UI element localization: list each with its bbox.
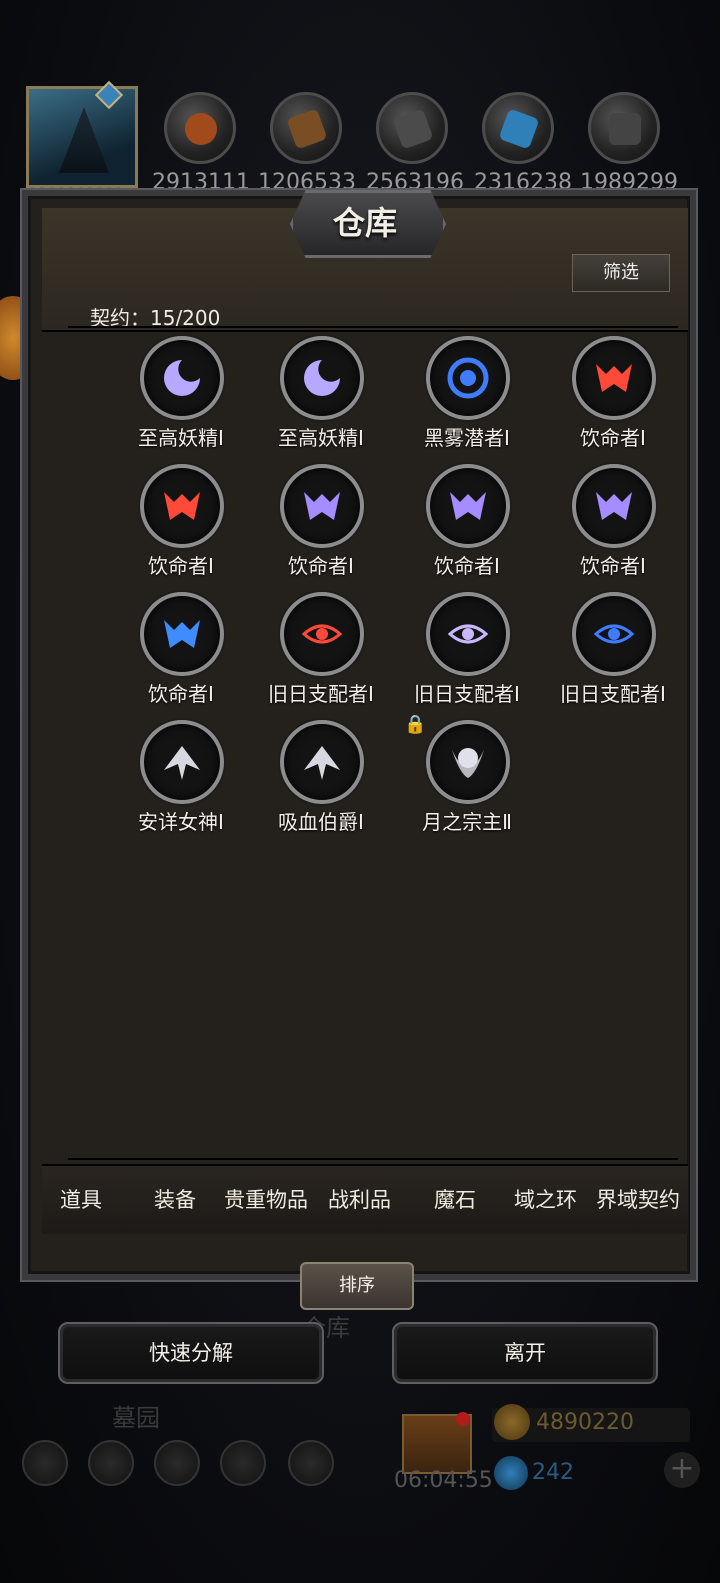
contract-item-label: 饮命者Ⅰ bbox=[288, 554, 354, 578]
contract-item[interactable]: 饮命者Ⅰ bbox=[248, 464, 394, 584]
contract-item-label: 至高妖精Ⅰ bbox=[138, 426, 224, 450]
iron-icon[interactable] bbox=[376, 92, 448, 164]
fanged-maw-icon bbox=[426, 464, 510, 548]
contract-item[interactable]: 饮命者Ⅰ bbox=[108, 464, 254, 584]
eye-sigil-icon bbox=[426, 592, 510, 676]
contract-item[interactable]: 饮命者Ⅰ bbox=[108, 592, 254, 712]
contract-item-label: 黑雾潜者Ⅰ bbox=[424, 426, 510, 450]
contract-sigil bbox=[452, 748, 484, 778]
fairy-sigil-icon bbox=[140, 336, 224, 420]
fanged-maw-icon bbox=[572, 336, 656, 420]
contract-item[interactable]: 旧日支配者Ⅰ bbox=[540, 592, 686, 712]
contract-item-label: 旧日支配者Ⅰ bbox=[414, 682, 520, 706]
crystal-icon[interactable] bbox=[482, 92, 554, 164]
lock-icon: 🔒 bbox=[404, 714, 427, 735]
contract-sigil bbox=[596, 364, 632, 392]
fanged-maw-icon bbox=[140, 464, 224, 548]
add-currency-button[interactable]: + bbox=[664, 1452, 700, 1488]
contract-sigil bbox=[447, 624, 489, 644]
contract-item-label: 旧日支配者Ⅰ bbox=[560, 682, 666, 706]
gem-icon bbox=[494, 1456, 528, 1490]
fairy-sigil-icon bbox=[280, 336, 364, 420]
contract-sigil bbox=[164, 492, 200, 520]
gold-value: 4890220 bbox=[536, 1410, 634, 1435]
wood-icon[interactable] bbox=[270, 92, 342, 164]
player-avatar[interactable] bbox=[26, 80, 138, 188]
contract-item-label: 饮命者Ⅰ bbox=[148, 554, 214, 578]
contract-item[interactable]: 黑雾潜者Ⅰ bbox=[394, 336, 540, 456]
contract-item-label: 旧日支配者Ⅰ bbox=[268, 682, 374, 706]
notification-dot bbox=[456, 1412, 470, 1426]
contract-item-label: 饮命者Ⅰ bbox=[580, 554, 646, 578]
contract-sigil bbox=[164, 620, 200, 648]
moon-lord-icon bbox=[426, 720, 510, 804]
contract-item[interactable]: 吸血伯爵Ⅰ bbox=[248, 720, 394, 840]
goddess-wings-icon bbox=[140, 720, 224, 804]
gem-value: 242 bbox=[532, 1460, 574, 1485]
quick-dismantle-button[interactable]: 快速分解 bbox=[58, 1322, 324, 1384]
contract-item-label: 饮命者Ⅰ bbox=[434, 554, 500, 578]
contract-item[interactable]: 饮命者Ⅰ bbox=[540, 464, 686, 584]
divider-bottom bbox=[68, 1158, 678, 1160]
contract-item[interactable]: 至高妖精Ⅰ bbox=[248, 336, 394, 456]
tab-equipment[interactable]: 装备 bbox=[154, 1184, 196, 1214]
contract-item[interactable]: 安详女神Ⅰ bbox=[108, 720, 254, 840]
filter-button[interactable]: 筛选 bbox=[572, 254, 670, 292]
ore-icon[interactable] bbox=[588, 92, 660, 164]
contract-item-label: 吸血伯爵Ⅰ bbox=[278, 810, 364, 834]
contract-sigil bbox=[164, 360, 200, 396]
contract-item[interactable]: 🔒 月之宗主Ⅱ bbox=[394, 714, 540, 840]
contract-sigil bbox=[596, 492, 632, 520]
tab-loot[interactable]: 战利品 bbox=[328, 1184, 391, 1214]
fanged-maw-icon bbox=[280, 464, 364, 548]
contract-sigil bbox=[304, 746, 340, 780]
tab-domain-contract[interactable]: 界域契约 bbox=[596, 1184, 680, 1214]
map-icon[interactable] bbox=[154, 1440, 200, 1486]
page-title: 仓库 bbox=[332, 204, 397, 242]
contract-item-label: 至高妖精Ⅰ bbox=[278, 426, 364, 450]
contract-sigil bbox=[447, 357, 489, 399]
tab-domain-ring[interactable]: 域之环 bbox=[514, 1184, 577, 1214]
contract-item-label: 月之宗主Ⅱ bbox=[422, 810, 512, 834]
meat-icon[interactable] bbox=[164, 92, 236, 164]
mist-swirl-icon bbox=[426, 336, 510, 420]
tab-magic-stone[interactable]: 魔石 bbox=[434, 1184, 476, 1214]
rank-icon[interactable] bbox=[88, 1440, 134, 1486]
leave-button[interactable]: 离开 bbox=[392, 1322, 658, 1384]
eye-sigil-icon bbox=[572, 592, 656, 676]
vampire-wings-icon bbox=[280, 720, 364, 804]
contract-sigil bbox=[301, 624, 343, 644]
contract-item-label: 饮命者Ⅰ bbox=[148, 682, 214, 706]
contract-item[interactable]: 旧日支配者Ⅰ bbox=[248, 592, 394, 712]
fanged-maw-icon bbox=[140, 592, 224, 676]
tab-valuables[interactable]: 贵重物品 bbox=[224, 1184, 308, 1214]
eye-sigil-icon bbox=[280, 592, 364, 676]
ghost-cemetery-label: 墓园 bbox=[112, 1404, 160, 1432]
contract-sigil bbox=[304, 360, 340, 396]
mail-icon[interactable] bbox=[220, 1440, 266, 1486]
rank-gem-icon bbox=[94, 80, 124, 110]
gold-coin-icon bbox=[494, 1404, 530, 1440]
event-timer: 06:04:55 bbox=[394, 1468, 493, 1493]
contract-item[interactable]: 旧日支配者Ⅰ bbox=[394, 592, 540, 712]
sort-button[interactable]: 排序 bbox=[300, 1262, 414, 1310]
contract-sigil bbox=[593, 624, 635, 644]
settings-icon[interactable] bbox=[22, 1440, 68, 1486]
tab-items[interactable]: 道具 bbox=[60, 1184, 102, 1214]
resource-bar: 1000000000 2913111 1206533 2563196 23162… bbox=[0, 80, 720, 202]
contract-sigil bbox=[450, 492, 486, 520]
storage-panel: 筛选 契约：15/200 仓库 至高妖精Ⅰ 至高妖精Ⅰ 黑雾潜者Ⅰ 饮命者Ⅰ 饮命者Ⅰ 饮… bbox=[22, 190, 696, 1280]
fanged-maw-icon bbox=[572, 464, 656, 548]
contract-sigil bbox=[304, 492, 340, 520]
contract-item-label: 安详女神Ⅰ bbox=[138, 810, 224, 834]
contract-item[interactable]: 饮命者Ⅰ bbox=[540, 336, 686, 456]
contract-item[interactable]: 饮命者Ⅰ bbox=[394, 464, 540, 584]
gift-box-icon[interactable] bbox=[288, 1440, 334, 1486]
divider-top bbox=[68, 326, 678, 328]
contract-item[interactable]: 至高妖精Ⅰ bbox=[108, 336, 254, 456]
category-tabs: 道具 装备 贵重物品 战利品 魔石 域之环 界域契约 bbox=[42, 1164, 688, 1234]
contract-sigil bbox=[164, 746, 200, 780]
contract-item-label: 饮命者Ⅰ bbox=[580, 426, 646, 450]
